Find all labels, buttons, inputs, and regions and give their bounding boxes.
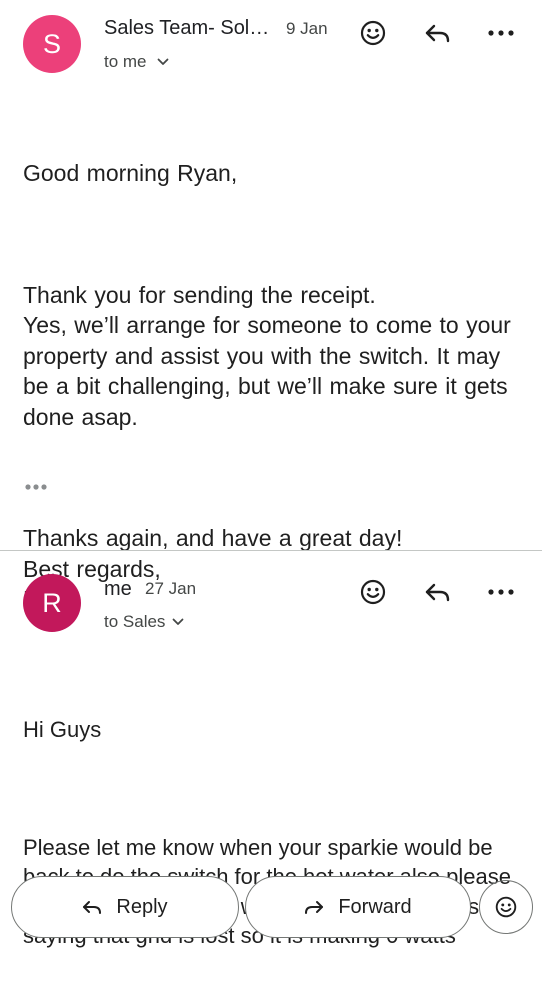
- recipient-label: to me: [104, 52, 147, 71]
- reply-arrow-icon: [425, 24, 450, 43]
- add-emoji-icon: [495, 896, 517, 918]
- smiley-icon: [360, 579, 386, 605]
- reply-label: Reply: [116, 895, 168, 918]
- more-vert-icon: [488, 589, 514, 595]
- reply-arrow-icon: [425, 583, 450, 602]
- reply-button[interactable]: [421, 16, 455, 50]
- forward-arrow-icon: [305, 901, 324, 914]
- message-divider: [0, 550, 542, 551]
- sender-name: Sales Team- Sol…: [104, 17, 270, 39]
- greeting: Hi Guys: [23, 717, 102, 742]
- message-date: 27 Jan: [145, 579, 197, 598]
- recipient-details-toggle[interactable]: to Sales: [104, 612, 184, 632]
- chevron-down-icon: [173, 618, 184, 625]
- add-reaction-button[interactable]: [356, 16, 390, 50]
- trimmed-content-icon: [25, 484, 47, 490]
- more-vert-icon: [488, 30, 514, 36]
- more-options-button[interactable]: [484, 16, 518, 50]
- add-reaction-button[interactable]: [356, 575, 390, 609]
- message-header-1[interactable]: S Sales Team- Sol… 9 Jan to me: [0, 0, 542, 90]
- message-date: 9 Jan: [286, 19, 328, 38]
- chevron-down-icon: [157, 58, 168, 65]
- more-options-button[interactable]: [484, 575, 518, 609]
- avatar[interactable]: R: [23, 574, 81, 632]
- body-paragraph: Thank you for sending the receipt. Yes, …: [23, 281, 511, 430]
- message-header-2[interactable]: R me 27 Jan to Sales: [0, 562, 542, 652]
- forward-action-button[interactable]: Forward: [245, 876, 471, 938]
- forward-label: Forward: [338, 895, 412, 918]
- recipient-details-toggle[interactable]: to me: [104, 52, 169, 72]
- avatar[interactable]: S: [23, 15, 81, 73]
- reply-action-button[interactable]: Reply: [11, 876, 239, 938]
- greeting: Good morning Ryan,: [23, 160, 238, 186]
- recipient-label: to Sales: [104, 612, 166, 631]
- smiley-icon: [360, 20, 386, 46]
- reply-arrow-icon: [83, 901, 102, 914]
- add-emoji-reaction-button[interactable]: [479, 880, 533, 934]
- reply-button[interactable]: [421, 575, 455, 609]
- sender-name: me: [104, 578, 132, 600]
- show-trimmed-content-button[interactable]: [24, 478, 48, 496]
